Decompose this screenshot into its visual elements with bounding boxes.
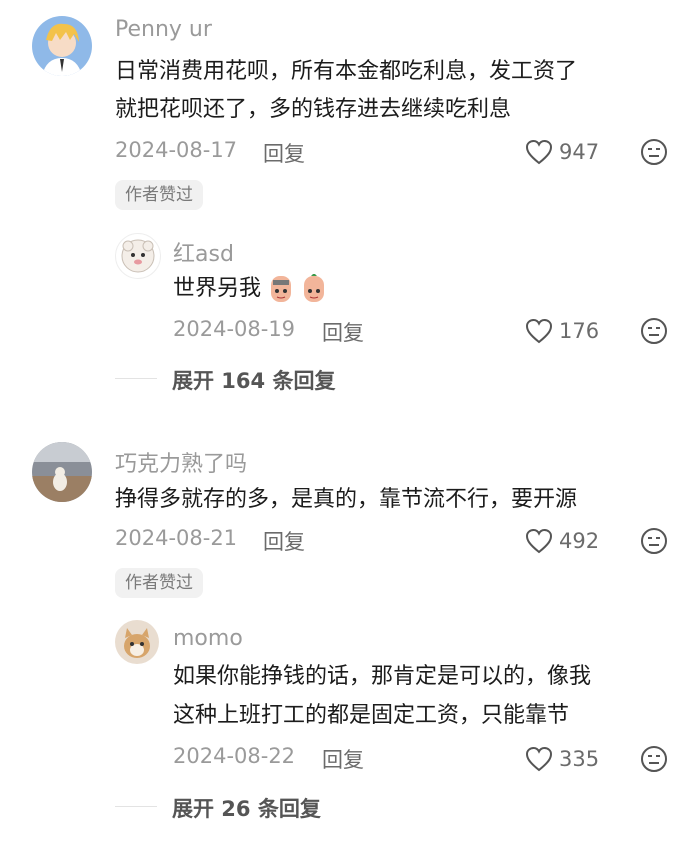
reply-username[interactable]: momo (173, 626, 243, 651)
like-button[interactable]: 492 (525, 526, 599, 556)
like-count: 492 (559, 529, 600, 553)
reply-line-1: 如果你能挣钱的话，那肯定是可以的，像我 (173, 664, 592, 689)
divider (115, 806, 157, 807)
reply-button[interactable]: 回复 (263, 526, 305, 556)
expand-replies-button[interactable]: 展开 26 条回复 (172, 793, 321, 823)
reply-button[interactable]: 回复 (322, 744, 364, 774)
reply-avatar[interactable] (115, 620, 159, 664)
author-liked-badge: 作者赞过 (115, 568, 203, 598)
reaction-button[interactable] (640, 745, 668, 773)
comment-line-1: 挣得多就存的多，是真的，靠节流不行，要开源 (115, 487, 578, 512)
heart-icon (525, 746, 553, 772)
like-count: 335 (559, 747, 600, 771)
reply-line-2: 这种上班打工的都是固定工资，只能靠节 (173, 703, 570, 728)
comment-date: 2024-08-21 (115, 526, 238, 550)
reply-date: 2024-08-22 (173, 744, 296, 768)
dog-photo-avatar-icon (32, 442, 92, 502)
comment-2: 巧克力熟了吗 挣得多就存的多，是真的，靠节流不行，要开源 2024-08-21 … (0, 0, 690, 845)
reaction-button[interactable] (640, 527, 668, 555)
cat-photo-avatar-icon (115, 620, 159, 664)
like-button[interactable]: 335 (525, 744, 599, 774)
heart-icon (525, 528, 553, 554)
neutral-face-icon (641, 528, 667, 554)
avatar[interactable] (32, 442, 92, 502)
username[interactable]: 巧克力熟了吗 (115, 446, 247, 478)
neutral-face-icon (641, 746, 667, 772)
